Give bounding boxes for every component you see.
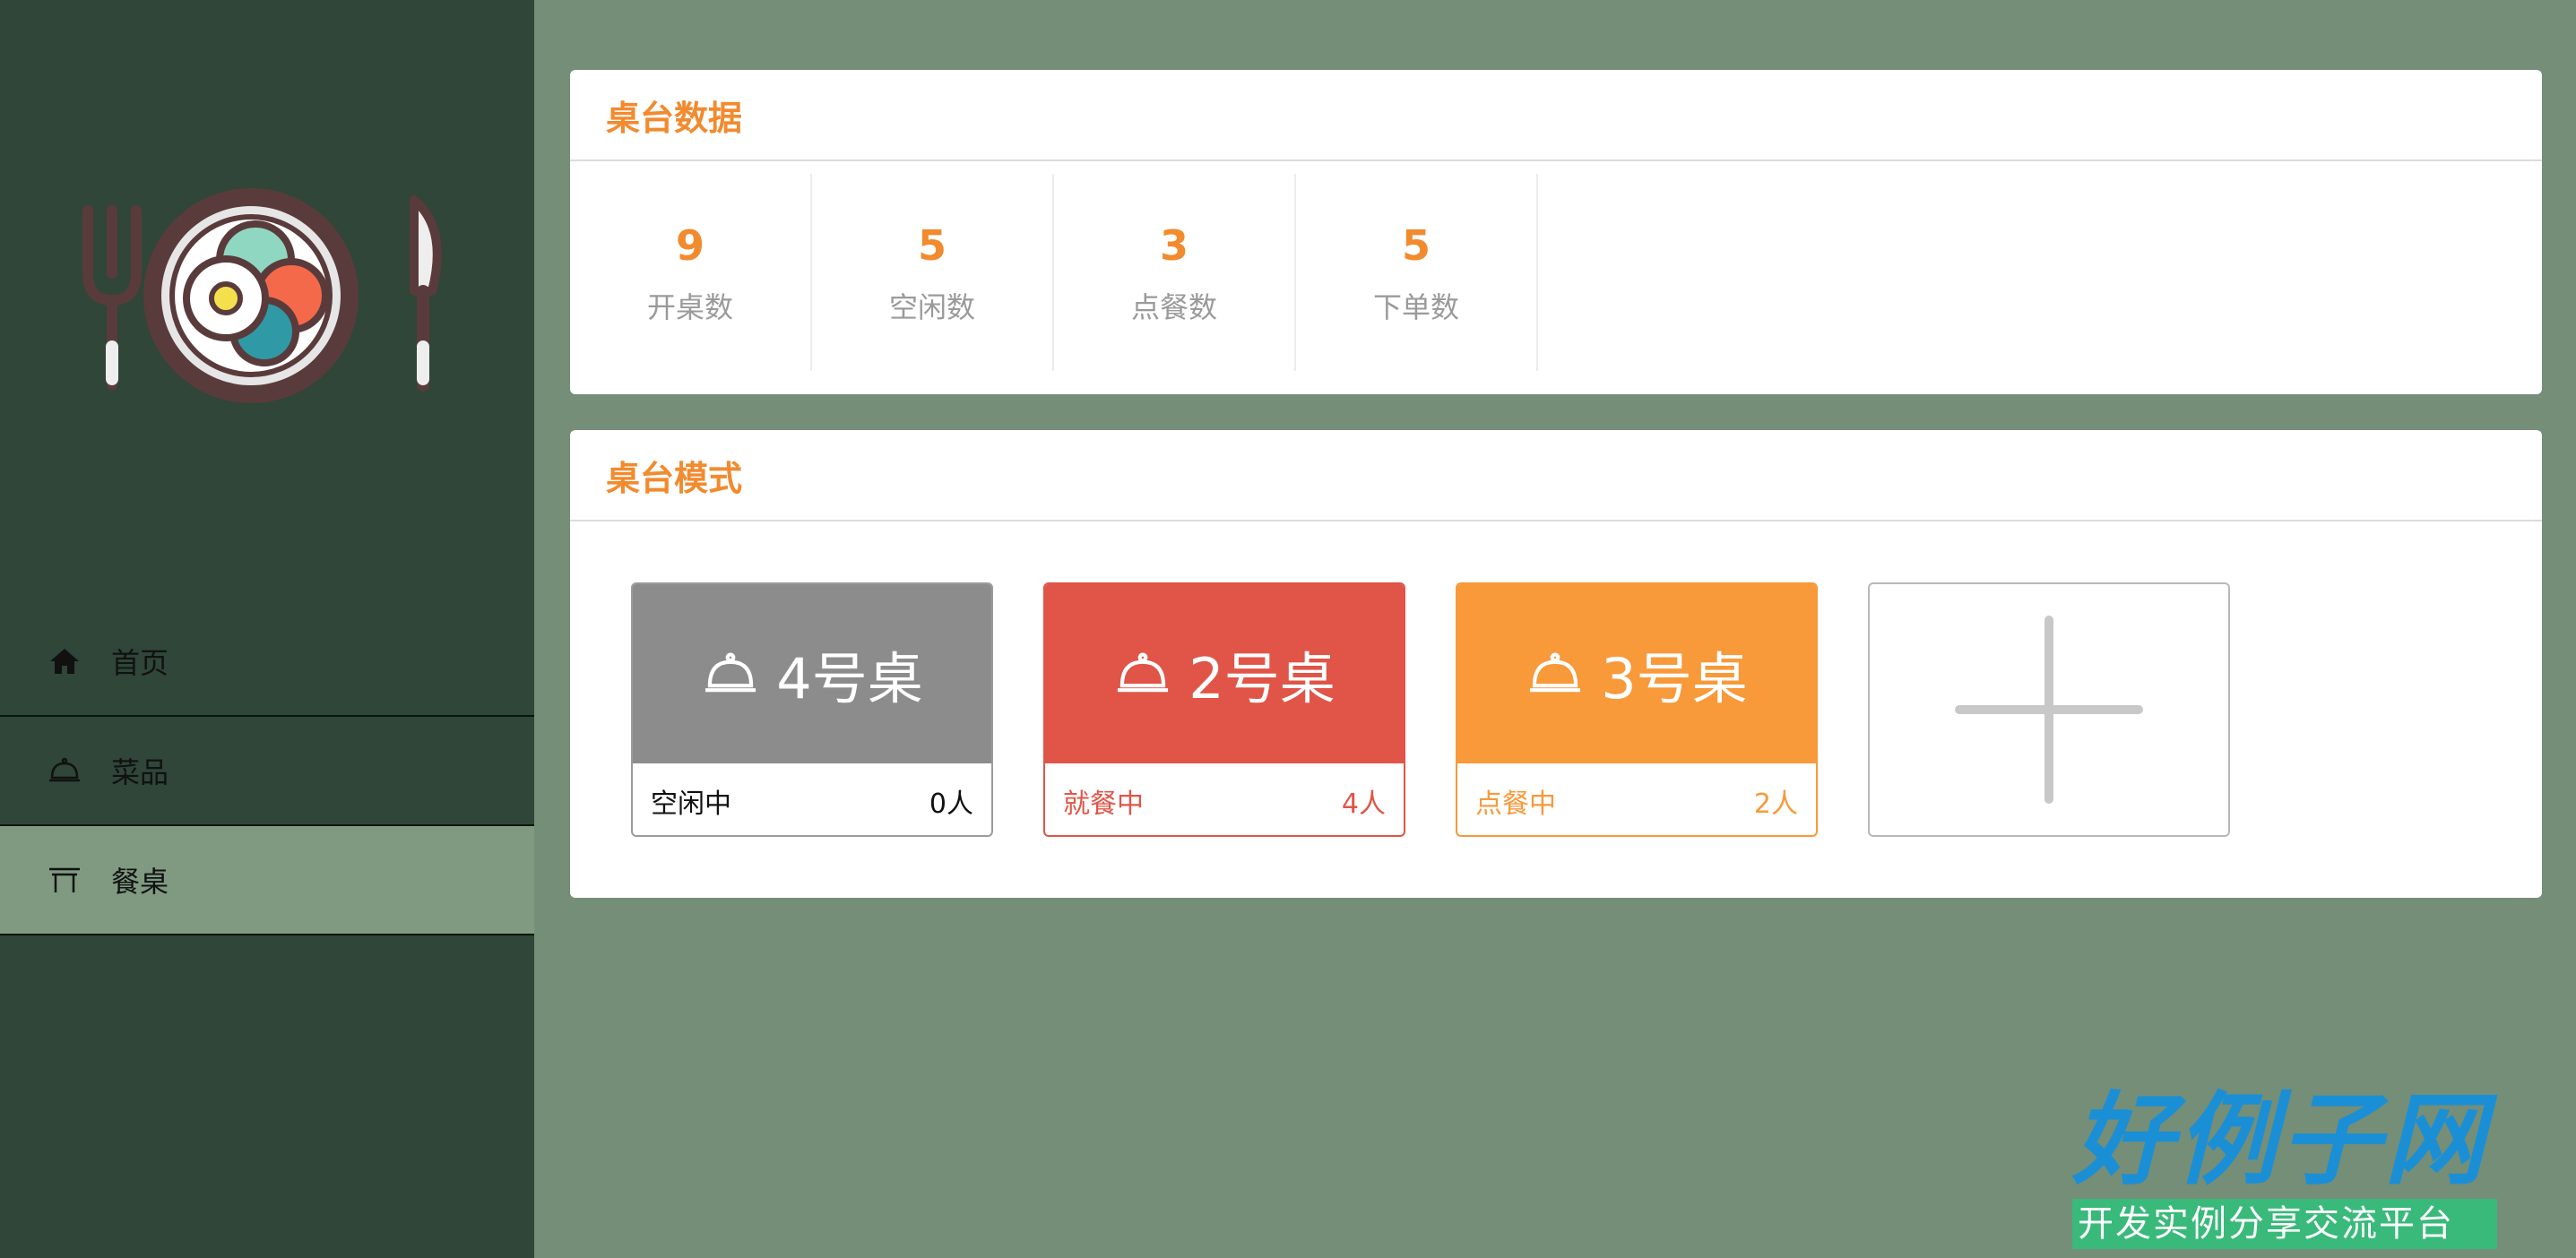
table-card-footer: 点餐中 2人 bbox=[1457, 763, 1816, 835]
table-status: 空闲中 bbox=[651, 788, 731, 820]
stat-value: 3 bbox=[1159, 221, 1189, 270]
panel-title: 桌台模式 bbox=[570, 430, 2542, 521]
table-people: 0人 bbox=[929, 788, 973, 820]
table-card[interactable]: 2号桌 就餐中 4人 bbox=[1043, 582, 1405, 837]
table-card[interactable]: 4号桌 空闲中 0人 bbox=[631, 582, 993, 837]
stat-label: 点餐数 bbox=[1130, 290, 1217, 324]
brand-title: 好例子网 bbox=[2072, 1081, 2488, 1199]
stat-orders-placed: 5 下单数 bbox=[1296, 174, 1538, 371]
table-cards: 4号桌 空闲中 0人 2号桌 就餐中 4人 3号桌 点餐中 2人 bbox=[570, 521, 2542, 898]
table-card[interactable]: 3号桌 点餐中 2人 bbox=[1456, 582, 1818, 837]
table-name: 4号桌 bbox=[776, 646, 923, 711]
table-status: 点餐中 bbox=[1475, 788, 1556, 820]
nav-item-home[interactable]: 首页 bbox=[0, 607, 534, 717]
main-nav: 首页 菜品 餐桌 bbox=[0, 607, 534, 935]
home-icon bbox=[47, 643, 82, 679]
table-mode-panel: 桌台模式 4号桌 空闲中 0人 2号桌 就餐中 4人 3号桌 点餐中 2人 bbox=[570, 430, 2542, 898]
nav-item-tables[interactable]: 餐桌 bbox=[0, 826, 534, 935]
nav-item-label: 菜品 bbox=[111, 755, 169, 789]
nav-item-label: 首页 bbox=[111, 646, 169, 680]
stat-open-tables: 9 开桌数 bbox=[570, 174, 812, 371]
stats-row: 9 开桌数 5 空闲数 3 点餐数 5 下单数 bbox=[570, 161, 2542, 371]
plus-icon bbox=[1955, 616, 2143, 804]
stat-idle-tables: 5 空闲数 bbox=[812, 174, 1054, 371]
sidebar: 首页 菜品 餐桌 bbox=[0, 0, 534, 1258]
dish-dome-icon bbox=[1526, 644, 1585, 703]
add-table-button[interactable] bbox=[1868, 582, 2230, 837]
stat-label: 开桌数 bbox=[646, 290, 733, 324]
stat-value: 5 bbox=[1401, 221, 1431, 270]
table-people: 2人 bbox=[1753, 788, 1798, 820]
table-icon bbox=[47, 862, 82, 898]
table-card-footer: 就餐中 4人 bbox=[1045, 763, 1404, 835]
panel-title: 桌台数据 bbox=[570, 70, 2542, 161]
table-status: 就餐中 bbox=[1063, 788, 1144, 820]
dish-dome-icon bbox=[1113, 644, 1172, 703]
dish-dome-icon bbox=[47, 753, 82, 788]
stat-value: 5 bbox=[917, 221, 947, 270]
table-people: 4人 bbox=[1341, 788, 1386, 820]
table-name: 3号桌 bbox=[1601, 646, 1748, 711]
table-card-header: 3号桌 bbox=[1457, 584, 1816, 763]
table-card-header: 2号桌 bbox=[1045, 584, 1404, 763]
nav-item-label: 餐桌 bbox=[111, 865, 169, 899]
dish-dome-icon bbox=[701, 644, 760, 703]
brand-watermark: 好例子网 开发实例分享交流平台 bbox=[2072, 1082, 2497, 1249]
restaurant-logo-icon bbox=[82, 188, 442, 403]
table-card-header: 4号桌 bbox=[633, 584, 991, 763]
stat-label: 下单数 bbox=[1372, 290, 1459, 324]
table-card-footer: 空闲中 0人 bbox=[633, 763, 991, 835]
table-stats-panel: 桌台数据 9 开桌数 5 空闲数 3 点餐数 5 下单数 bbox=[570, 70, 2542, 394]
nav-item-dishes[interactable]: 菜品 bbox=[0, 717, 534, 826]
stat-label: 空闲数 bbox=[888, 290, 975, 324]
brand-subtitle: 开发实例分享交流平台 bbox=[2072, 1199, 2497, 1249]
stat-value: 9 bbox=[675, 221, 705, 270]
stat-ordering-tables: 3 点餐数 bbox=[1054, 174, 1296, 371]
table-name: 2号桌 bbox=[1189, 646, 1336, 711]
